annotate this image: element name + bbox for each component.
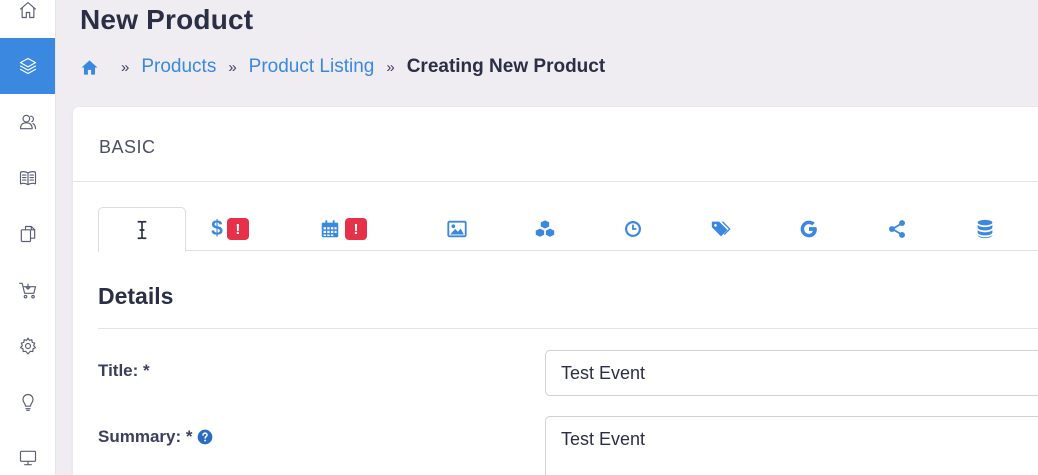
share-icon (889, 220, 905, 238)
users-icon (19, 114, 36, 130)
lightbulb-icon (21, 393, 34, 411)
tab-pricing-alert-badge: ! (226, 218, 249, 240)
breadcrumb: » Products » Product Listing » Creating … (80, 55, 605, 79)
tab-history[interactable] (589, 207, 677, 251)
title-label: Title: * (98, 361, 150, 381)
tab-images[interactable] (413, 207, 501, 251)
cubes-icon (534, 219, 556, 238)
google-icon (800, 220, 817, 238)
section-divider (98, 328, 1038, 329)
image-icon (447, 220, 467, 238)
breadcrumb-separator: » (121, 58, 130, 76)
sidebar-item-home[interactable] (0, 0, 55, 38)
breadcrumb-separator: » (228, 58, 237, 76)
sidebar-item-orders[interactable] (0, 262, 55, 318)
sidebar-item-settings[interactable] (0, 318, 55, 374)
dollar-icon: $ (211, 217, 223, 240)
summary-label: Summary: * (98, 427, 213, 447)
copy-icon (20, 225, 35, 243)
book-icon (19, 171, 36, 186)
product-form-card: BASIC $ ! ! Details Title: * Test Event … (73, 107, 1038, 475)
tab-tags[interactable] (677, 207, 765, 251)
tab-inventory[interactable] (501, 207, 589, 251)
title-label-text: Title: * (98, 361, 150, 380)
tab-pricing[interactable]: $ ! (186, 207, 274, 251)
sidebar-item-products[interactable] (0, 38, 55, 94)
summary-textarea[interactable]: Test Event (545, 416, 1038, 475)
text-cursor-icon (137, 220, 147, 239)
breadcrumb-product-listing-link[interactable]: Product Listing (249, 56, 375, 78)
sidebar-item-catalog[interactable] (0, 150, 55, 206)
page-title: New Product (80, 4, 254, 35)
layers-icon (19, 57, 36, 75)
cart-icon (18, 282, 36, 299)
breadcrumb-separator: » (386, 58, 395, 76)
sidebar-item-display[interactable] (0, 430, 55, 475)
calendar-icon (321, 220, 339, 238)
monitor-icon (19, 450, 36, 466)
tab-details[interactable] (98, 207, 186, 252)
tab-share[interactable] (853, 207, 941, 251)
sidebar (0, 0, 56, 475)
card-header-label: BASIC (99, 137, 156, 157)
sidebar-item-pages[interactable] (0, 206, 55, 262)
breadcrumb-current: Creating New Product (406, 56, 606, 77)
sidebar-item-ideas[interactable] (0, 374, 55, 430)
gear-icon (19, 337, 36, 355)
section-title-details: Details (98, 283, 174, 309)
title-input[interactable] (545, 350, 1038, 396)
tags-icon (711, 221, 731, 237)
database-icon (977, 219, 993, 239)
card-header: BASIC (73, 107, 1038, 182)
breadcrumb-products-link[interactable]: Products (141, 56, 216, 78)
home-icon (19, 1, 36, 19)
tab-schedule-alert-badge: ! (345, 218, 367, 240)
sidebar-item-users[interactable] (0, 94, 55, 150)
question-circle-icon[interactable] (197, 429, 213, 445)
clock-icon (625, 221, 641, 237)
tab-seo[interactable] (765, 207, 853, 251)
summary-label-text: Summary: * (98, 427, 193, 446)
tab-schedule[interactable]: ! (299, 207, 387, 251)
product-tabs: $ ! ! (98, 207, 1038, 252)
home-icon[interactable] (80, 58, 99, 77)
tab-data[interactable] (941, 207, 1029, 251)
